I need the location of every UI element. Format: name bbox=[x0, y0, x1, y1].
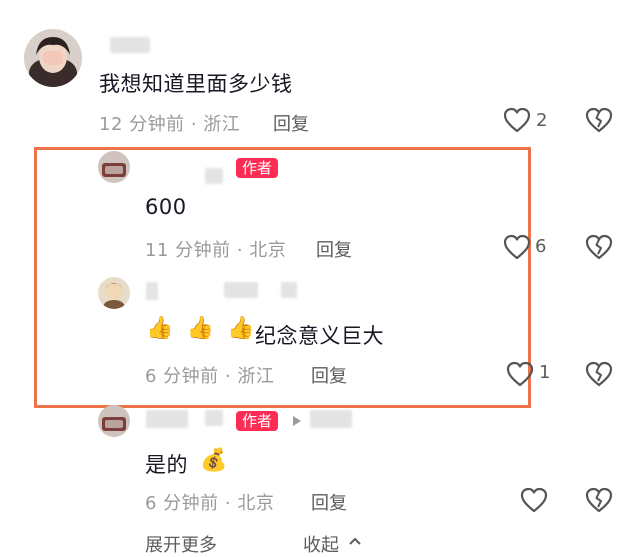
like-count: 2 bbox=[536, 110, 548, 131]
thumbs-up-emoji: 👍 bbox=[186, 316, 214, 341]
username[interactable] bbox=[205, 168, 223, 184]
heart-outline-icon[interactable] bbox=[503, 234, 531, 260]
comment-text: 是的 bbox=[145, 453, 188, 477]
comment-4: 作者 是的 💰 6 分钟前 · 北京 回复 bbox=[0, 404, 640, 524]
money-bag-emoji: 💰 bbox=[200, 448, 228, 473]
broken-heart-icon[interactable] bbox=[585, 361, 613, 387]
heart-outline-icon[interactable] bbox=[520, 487, 548, 513]
reply-button[interactable]: 回复 bbox=[311, 362, 347, 388]
reply-button[interactable]: 回复 bbox=[311, 489, 347, 515]
comment-time-location: 11 分钟前 · 北京 bbox=[145, 240, 287, 261]
author-badge: 作者 bbox=[236, 158, 279, 178]
comment-2: 作者 600 11 分钟前 · 北京 回复 6 bbox=[0, 148, 640, 268]
comment-time-location: 6 分钟前 · 北京 bbox=[145, 493, 275, 514]
username[interactable] bbox=[224, 282, 258, 298]
heart-outline-icon[interactable] bbox=[506, 361, 534, 387]
like-count: 6 bbox=[535, 236, 547, 257]
avatar[interactable] bbox=[98, 405, 130, 437]
reply-arrow-icon bbox=[291, 415, 303, 427]
author-badge: 作者 bbox=[236, 411, 279, 431]
username[interactable] bbox=[205, 410, 223, 426]
avatar[interactable] bbox=[98, 277, 130, 309]
like-count: 1 bbox=[539, 362, 551, 383]
thumbs-up-emoji: 👍 bbox=[227, 316, 255, 341]
thumbs-up-emoji: 👍 bbox=[146, 316, 174, 341]
broken-heart-icon[interactable] bbox=[585, 234, 613, 260]
comment-time-location: 6 分钟前 · 浙江 bbox=[145, 366, 275, 387]
comment-text: 纪念意义巨大 bbox=[255, 324, 384, 348]
reply-button[interactable]: 回复 bbox=[316, 236, 352, 262]
broken-heart-icon[interactable] bbox=[585, 487, 613, 513]
broken-heart-icon[interactable] bbox=[585, 107, 613, 133]
reply-to-username[interactable] bbox=[310, 410, 352, 428]
avatar[interactable] bbox=[98, 151, 130, 183]
chevron-up-icon[interactable] bbox=[349, 537, 361, 545]
comment-1: 我想知道里面多少钱 12 分钟前 · 浙江 回复 2 bbox=[0, 0, 640, 145]
emoji-row: 👍 👍 👍 bbox=[146, 318, 254, 340]
comment-time-location: 12 分钟前 · 浙江 bbox=[99, 114, 241, 135]
username[interactable] bbox=[110, 37, 150, 53]
heart-outline-icon[interactable] bbox=[503, 107, 531, 133]
avatar[interactable] bbox=[24, 29, 82, 87]
username[interactable] bbox=[281, 282, 297, 298]
collapse-button[interactable]: 收起 bbox=[303, 531, 339, 557]
comment-3: 👍 👍 👍 纪念意义巨大 6 分钟前 · 浙江 回复 1 bbox=[0, 272, 640, 392]
username[interactable] bbox=[146, 282, 158, 300]
expand-more-button[interactable]: 展开更多 bbox=[145, 531, 217, 557]
reply-button[interactable]: 回复 bbox=[273, 110, 309, 136]
username[interactable] bbox=[146, 410, 188, 428]
comment-text: 我想知道里面多少钱 bbox=[99, 72, 293, 96]
comment-text: 600 bbox=[145, 195, 187, 219]
